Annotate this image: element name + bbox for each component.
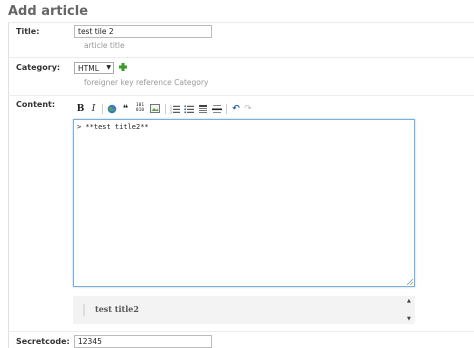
preview-text: test title2 [95,304,139,314]
chevron-down-icon: ▼ [106,64,111,71]
editor-text: > **test title2** [77,123,149,131]
heading-button[interactable] [197,103,208,115]
page-title: Add article [8,4,89,19]
title-input[interactable] [74,25,212,38]
preview-scrollbar[interactable]: ▲ ▼ [407,298,413,322]
image-button[interactable] [149,103,160,115]
row-divider [8,331,474,332]
form-left-border [8,22,9,348]
heading-icon [198,105,207,113]
row-divider [8,22,474,23]
horizontal-rule-button[interactable] [211,103,222,115]
code-icon: 101 010 [135,103,145,113]
content-label: Content: [16,100,56,109]
scroll-up-icon[interactable]: ▲ [407,298,411,304]
numbered-list-icon: 1 2 3 [170,105,180,115]
plus-icon[interactable] [118,62,128,72]
toolbar-separator [226,104,227,114]
redo-icon: ↷ [244,104,252,114]
bullet-list-icon [183,105,194,114]
code-button[interactable]: 101 010 [134,103,146,115]
editor-toolbar: B I ❝ 101 010 1 2 3 ↶ ↷ [74,103,274,115]
markdown-preview: test title2 ▲ ▼ [73,296,415,324]
secretcode-input[interactable] [74,335,212,348]
undo-icon: ↶ [232,104,240,114]
hr-icon [211,105,222,113]
secretcode-label: Secretcode: [16,337,70,346]
quote-button[interactable]: ❝ [120,103,131,115]
blockquote-bar [83,304,85,316]
svg-text:3: 3 [170,111,172,115]
redo-button[interactable]: ↷ [243,103,253,115]
category-help-text: foreigner key reference Category [84,78,209,87]
category-selected-value: HTML [78,64,99,73]
row-divider [8,95,474,96]
scroll-down-icon[interactable]: ▼ [407,316,411,322]
resize-grip-icon[interactable] [407,279,413,285]
ordered-list-button[interactable]: 1 2 3 [169,103,180,115]
content-editor-textarea[interactable]: > **test title2** [73,119,415,287]
undo-button[interactable]: ↶ [231,103,241,115]
link-button[interactable] [106,103,117,115]
italic-button[interactable]: I [89,103,98,115]
category-label: Category: [16,63,61,72]
category-select[interactable]: HTML ▼ [74,62,114,74]
bold-button[interactable]: B [76,103,85,115]
title-label: Title: [16,27,40,36]
toolbar-separator [102,104,103,114]
image-icon [149,104,160,113]
unordered-list-button[interactable] [183,103,194,115]
quote-icon: ❝ [122,104,129,114]
title-help-text: article title [84,41,125,50]
globe-icon [107,104,116,114]
toolbar-separator [165,104,166,114]
row-divider [8,57,474,58]
